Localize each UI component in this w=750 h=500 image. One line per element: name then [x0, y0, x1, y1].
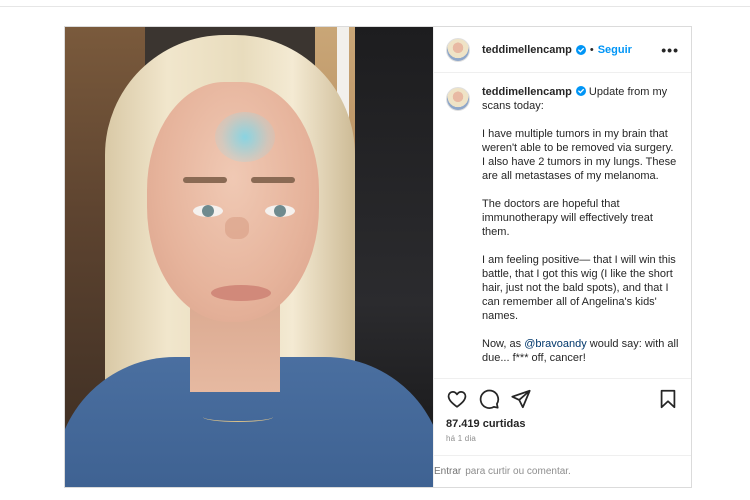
caption-username[interactable]: teddimellencamp: [482, 86, 572, 98]
caption-final-prefix: Now, as: [482, 338, 525, 350]
login-link[interactable]: Entrar: [434, 466, 461, 477]
header-separator: •: [589, 43, 594, 56]
page-top-divider: [0, 6, 750, 7]
photo-forehead-glow: [215, 112, 275, 162]
header-username[interactable]: teddimellencamp: [482, 44, 572, 56]
action-bar: [434, 378, 691, 418]
caption-intro-paragraph: teddimellencamp Update from my scans tod…: [482, 85, 679, 113]
photo-necklace: [203, 412, 273, 422]
heart-icon[interactable]: [446, 388, 468, 410]
post-date[interactable]: há 1 dia: [434, 430, 691, 443]
caption-body: teddimellencamp Update from my scans tod…: [482, 85, 679, 378]
comment-icon[interactable]: [478, 388, 500, 410]
caption-paragraph: I am feeling positive— that I will win t…: [482, 254, 676, 322]
login-bar: Entrar para curtir ou comentar.: [434, 455, 691, 487]
bookmark-icon[interactable]: [657, 388, 679, 410]
caption-paragraph: I have multiple tumors in my brain that …: [482, 128, 677, 182]
post-header: teddimellencamp • Seguir •••: [434, 27, 691, 73]
login-prompt-text: para curtir ou comentar.: [465, 466, 571, 477]
photo-left-brow: [183, 177, 227, 183]
mention-link[interactable]: @bravoandy: [524, 338, 587, 350]
likes-count[interactable]: 87.419 curtidas: [434, 418, 691, 430]
photo-lips: [211, 285, 271, 301]
caption-paragraph: The doctors are hopeful that immunothera…: [482, 198, 653, 238]
post-side-panel: teddimellencamp • Seguir ••• teddimellen…: [433, 27, 691, 487]
photo-nose: [225, 217, 249, 239]
follow-button[interactable]: Seguir: [598, 44, 632, 56]
caption-author-avatar[interactable]: [446, 87, 470, 111]
photo-left-eye: [193, 205, 223, 217]
verified-badge-icon: [575, 86, 586, 96]
caption-final-paragraph: Now, as @bravoandy would say: with all d…: [482, 337, 679, 365]
photo-right-brow: [251, 177, 295, 183]
author-avatar[interactable]: [446, 37, 470, 62]
instagram-post-embed: teddimellencamp • Seguir ••• teddimellen…: [64, 26, 692, 488]
more-options-button[interactable]: •••: [661, 42, 679, 58]
post-photo[interactable]: [65, 27, 433, 487]
caption-area: teddimellencamp Update from my scans tod…: [434, 73, 691, 378]
share-icon[interactable]: [510, 388, 532, 410]
verified-badge-icon: [575, 44, 586, 55]
caption: teddimellencamp Update from my scans tod…: [446, 85, 679, 378]
photo-right-eye: [265, 205, 295, 217]
